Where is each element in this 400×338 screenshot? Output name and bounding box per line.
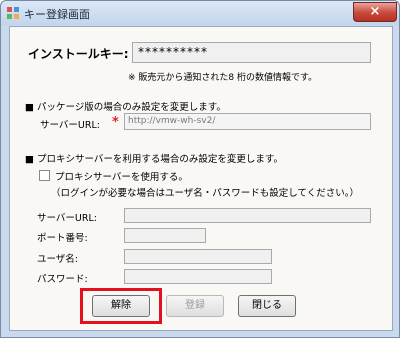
proxy-password-label: パスワード:: [37, 274, 88, 285]
proxy-username-label: ユーザ名:: [37, 254, 79, 265]
close-window-button[interactable]: ×: [353, 2, 397, 22]
install-key-field[interactable]: **********: [132, 42, 371, 63]
package-server-url-value: http://vmw-wh-sv2/: [128, 116, 216, 126]
dialog-body: インストールキー: ********** ※ 販売元から通知された8 桁の数値情…: [9, 26, 393, 331]
package-server-url-label: サーバーURL:: [40, 120, 100, 131]
proxy-section-heading: ■ プロキシサーバーを利用する場合のみ設定を変更します。: [25, 154, 283, 165]
app-icon: [7, 7, 19, 19]
register-button[interactable]: 登録: [166, 295, 224, 317]
use-proxy-label: プロキシサーバーを使用する。: [55, 172, 188, 183]
dialog-window: キー登録画面 × インストールキー: ********** ※ 販売元から通知さ…: [0, 0, 400, 338]
proxy-server-url-field[interactable]: [124, 208, 371, 223]
window-title: キー登録画面: [24, 8, 90, 21]
install-key-label: インストールキー:: [28, 47, 129, 61]
proxy-login-note: （ログインが必要な場合はユーザ名・パスワードも設定してください。）: [51, 188, 359, 199]
use-proxy-checkbox[interactable]: [39, 170, 50, 181]
proxy-username-field[interactable]: [124, 249, 272, 264]
package-server-url-field[interactable]: http://vmw-wh-sv2/: [124, 113, 371, 130]
package-section-heading: ■ パッケージ版の場合のみ設定を変更します。: [25, 102, 226, 113]
install-key-value: **********: [138, 45, 208, 59]
required-mark: *: [112, 115, 119, 130]
install-key-note: ※ 販売元から通知された8 桁の数値情報です。: [128, 73, 318, 83]
proxy-port-field[interactable]: [124, 228, 206, 243]
proxy-server-url-label: サーバーURL:: [37, 213, 97, 224]
title-bar: キー登録画面 ×: [1, 1, 399, 25]
proxy-port-label: ポート番号:: [37, 233, 88, 244]
close-button[interactable]: 閉じる: [238, 295, 296, 317]
highlight-frame: [80, 288, 162, 324]
proxy-password-field[interactable]: [124, 269, 272, 284]
